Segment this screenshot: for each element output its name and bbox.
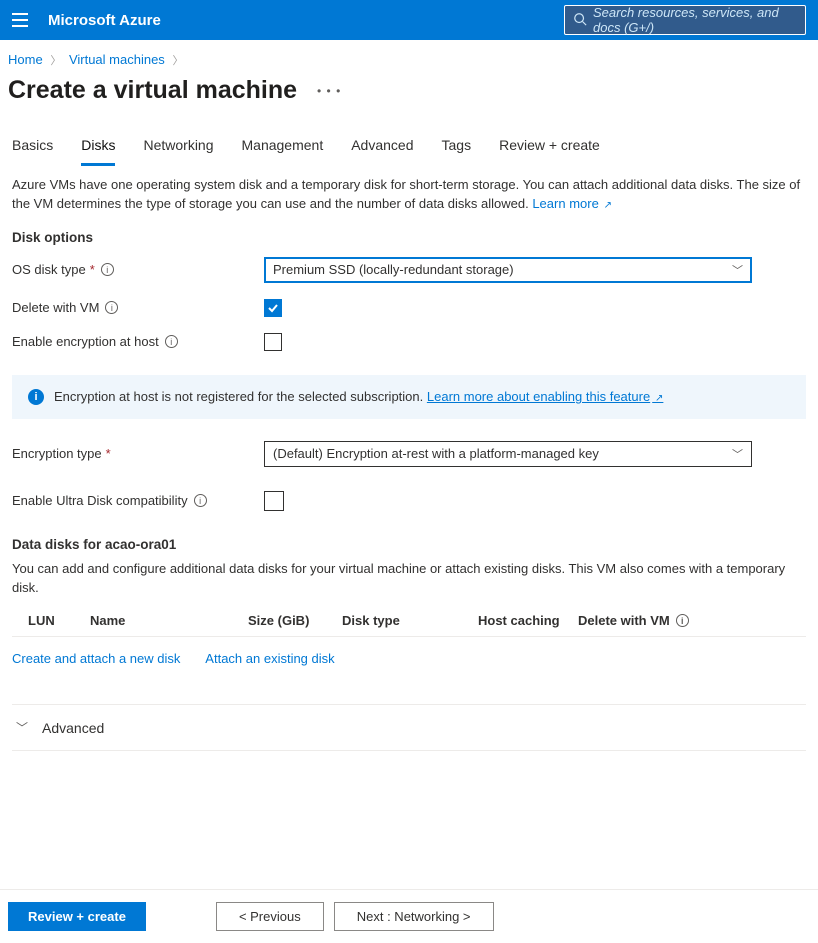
tab-review[interactable]: Review + create [499, 133, 600, 166]
col-size: Size (GiB) [248, 613, 342, 628]
content-area: Azure VMs have one operating system disk… [0, 166, 818, 889]
info-icon[interactable]: i [165, 335, 178, 348]
azure-brand[interactable]: Microsoft Azure [48, 12, 161, 29]
encryption-type-label: Encryption type * [12, 446, 264, 461]
os-disk-type-select[interactable]: Premium SSD (locally-redundant storage) … [264, 257, 752, 283]
os-disk-type-row: OS disk type * i Premium SSD (locally-re… [12, 257, 806, 283]
info-circle-icon: i [28, 389, 44, 405]
info-icon[interactable]: i [676, 614, 689, 627]
tab-management[interactable]: Management [242, 133, 324, 166]
intro-learn-more-link[interactable]: Learn more ↗ [532, 196, 612, 211]
data-disks-table-header: LUN Name Size (GiB) Disk type Host cachi… [12, 607, 806, 637]
ultra-disk-label: Enable Ultra Disk compatibility i [12, 493, 264, 508]
external-link-icon: ↗ [652, 393, 663, 404]
delete-with-vm-checkbox[interactable] [264, 299, 282, 317]
external-link-icon: ↗ [601, 200, 612, 211]
create-attach-disk-link[interactable]: Create and attach a new disk [12, 651, 180, 666]
search-icon [573, 12, 587, 29]
required-indicator: * [90, 262, 95, 277]
encryption-type-select[interactable]: (Default) Encryption at-rest with a plat… [264, 441, 752, 467]
encryption-info-banner: i Encryption at host is not registered f… [12, 375, 806, 419]
info-icon[interactable]: i [101, 263, 114, 276]
chevron-right-icon: 〉 [50, 55, 61, 67]
encryption-type-value: (Default) Encryption at-rest with a plat… [273, 446, 599, 461]
required-indicator: * [106, 446, 111, 461]
col-cache: Host caching [478, 613, 578, 628]
delete-with-vm-row: Delete with VM i [12, 299, 806, 317]
wizard-footer: Review + create < Previous Next : Networ… [0, 889, 818, 943]
col-type: Disk type [342, 613, 478, 628]
data-disks-desc: You can add and configure additional dat… [12, 560, 806, 598]
info-icon[interactable]: i [105, 301, 118, 314]
advanced-expander[interactable]: ﹀ Advanced [12, 704, 806, 751]
more-actions-button[interactable]: • • • [317, 84, 341, 98]
intro-body: Azure VMs have one operating system disk… [12, 177, 800, 211]
ultra-disk-row: Enable Ultra Disk compatibility i [12, 491, 806, 511]
tab-disks[interactable]: Disks [81, 133, 115, 166]
os-disk-type-value: Premium SSD (locally-redundant storage) [273, 262, 514, 277]
breadcrumb: Home 〉 Virtual machines 〉 [0, 40, 818, 74]
tab-tags[interactable]: Tags [442, 133, 472, 166]
global-search-input[interactable]: Search resources, services, and docs (G+… [564, 5, 806, 35]
col-name: Name [90, 613, 248, 628]
page-title-row: Create a virtual machine • • • [0, 74, 818, 123]
data-disks-links: Create and attach a new disk Attach an e… [12, 637, 806, 696]
advanced-expander-label: Advanced [42, 720, 104, 736]
chevron-down-icon: ﹀ [16, 719, 28, 736]
breadcrumb-home[interactable]: Home [8, 52, 43, 67]
tab-advanced[interactable]: Advanced [351, 133, 413, 166]
delete-with-vm-label: Delete with VM i [12, 300, 264, 315]
encryption-learn-more-link[interactable]: Learn more about enabling this feature ↗ [427, 389, 664, 404]
encryption-type-row: Encryption type * (Default) Encryption a… [12, 441, 806, 467]
intro-text: Azure VMs have one operating system disk… [12, 176, 806, 214]
next-button[interactable]: Next : Networking > [334, 902, 494, 931]
search-placeholder: Search resources, services, and docs (G+… [593, 5, 797, 35]
enable-encryption-label: Enable encryption at host i [12, 334, 264, 349]
chevron-down-icon: ﹀ [732, 446, 743, 462]
breadcrumb-virtual-machines[interactable]: Virtual machines [69, 52, 165, 67]
tab-networking[interactable]: Networking [143, 133, 213, 166]
review-create-button[interactable]: Review + create [8, 902, 146, 931]
attach-existing-disk-link[interactable]: Attach an existing disk [205, 651, 334, 666]
ultra-disk-checkbox[interactable] [264, 491, 284, 511]
chevron-down-icon: ﹀ [732, 262, 743, 278]
os-disk-type-label: OS disk type * i [12, 262, 264, 277]
tab-basics[interactable]: Basics [12, 133, 53, 166]
hamburger-menu-icon[interactable] [8, 8, 32, 32]
page-title: Create a virtual machine [8, 76, 297, 105]
info-icon[interactable]: i [194, 494, 207, 507]
encryption-info-text: Encryption at host is not registered for… [54, 389, 663, 404]
enable-encryption-checkbox[interactable] [264, 333, 282, 351]
previous-button[interactable]: < Previous [216, 902, 324, 931]
enable-encryption-row: Enable encryption at host i [12, 333, 806, 351]
data-disks-heading: Data disks for acao-ora01 [12, 537, 806, 552]
chevron-right-icon: 〉 [172, 55, 183, 67]
col-delete: Delete with VM i [578, 613, 689, 628]
col-lun: LUN [28, 613, 90, 628]
wizard-tabs: Basics Disks Networking Management Advan… [0, 123, 818, 166]
top-bar: Microsoft Azure Search resources, servic… [0, 0, 818, 40]
disk-options-heading: Disk options [12, 230, 806, 245]
